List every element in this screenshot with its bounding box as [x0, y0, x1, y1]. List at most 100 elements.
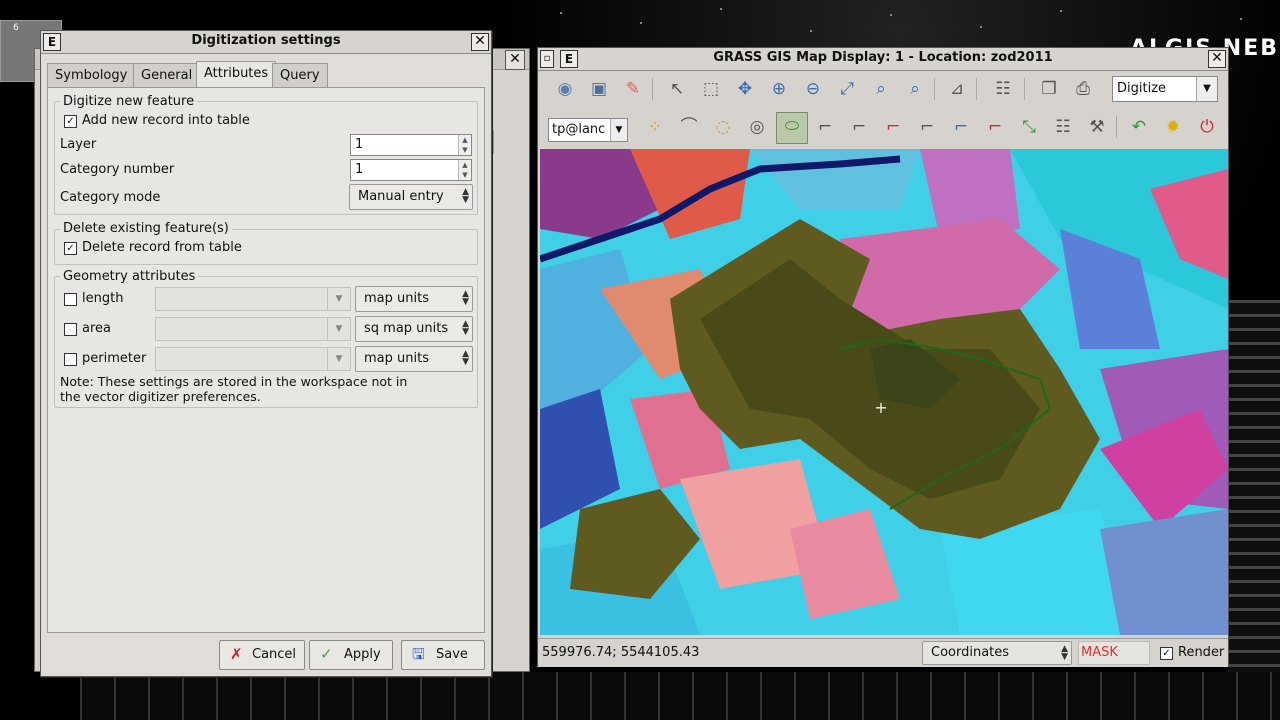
add-area-icon[interactable]: ⬭: [776, 112, 808, 144]
spinner-arrows-icon[interactable]: ▲ ▼: [458, 135, 471, 155]
mask-indicator: MASK: [1078, 641, 1150, 665]
area-label: area: [82, 321, 111, 336]
perimeter-column-dropdown[interactable]: ▼: [155, 347, 351, 371]
cancel-x-icon: ✗: [230, 645, 243, 663]
category-mode-combo[interactable]: Manual entry ▲ ▼: [349, 184, 473, 210]
map-display-close-icon[interactable]: ✕: [1208, 50, 1226, 68]
add-boundary-icon[interactable]: ◌: [710, 114, 736, 140]
desktop-icon-label: 6: [13, 23, 19, 33]
map-display-titlebar: ▫ E GRASS GIS Map Display: 1 - Location:…: [538, 48, 1228, 71]
map-canvas[interactable]: +: [540, 149, 1228, 635]
tab-attributes[interactable]: Attributes: [196, 61, 277, 89]
area-column-dropdown[interactable]: ▼: [155, 317, 351, 341]
tab-symbology[interactable]: Symbology: [47, 63, 136, 88]
updown-arrow-icon: ▲ ▼: [462, 187, 469, 205]
settings-note-line2: the vector digitizer preferences.: [60, 389, 261, 404]
perimeter-label: perimeter: [82, 351, 147, 366]
statusbar-mode-combo[interactable]: Coordinates ▲ ▼: [922, 641, 1072, 665]
floppy-disk-icon: 🖫: [412, 645, 425, 663]
area-checkbox[interactable]: [64, 323, 77, 336]
geometry-group-label: Geometry attributes: [60, 269, 199, 284]
settings-gear-icon[interactable]: ✹: [1160, 114, 1186, 140]
pan-icon[interactable]: ✥: [732, 76, 758, 102]
erase-display-icon[interactable]: ✎: [620, 76, 646, 102]
add-vertex-icon[interactable]: ⌐: [812, 114, 838, 140]
map-statusbar: 559976.74; 5544105.43 Coordinates ▲ ▼ MAS…: [538, 638, 1228, 667]
area-units-combo[interactable]: sq map units ▲ ▼: [355, 316, 473, 342]
satellite-image: [540, 149, 1228, 635]
desktop-stage-graphic: [1228, 300, 1280, 720]
tab-general[interactable]: General: [133, 63, 201, 88]
perimeter-checkbox[interactable]: [64, 353, 77, 366]
analyze-icon[interactable]: ⊿: [944, 76, 970, 102]
length-column-dropdown[interactable]: ▼: [155, 287, 351, 311]
length-label: length: [82, 291, 124, 306]
display-map-icon[interactable]: ◉: [552, 76, 578, 102]
add-line-icon[interactable]: ⌒: [676, 114, 702, 140]
edit-line-icon[interactable]: ⌐: [914, 114, 940, 140]
chevron-down-icon: ▼: [327, 318, 350, 340]
apply-button[interactable]: ✓ Apply: [309, 640, 393, 670]
length-units-combo[interactable]: map units ▲ ▼: [355, 286, 473, 312]
zoom-menu-icon[interactable]: ⌕: [902, 76, 928, 102]
desktop-truss-graphic: [80, 672, 1280, 720]
render-map-icon[interactable]: ▣: [586, 76, 612, 102]
additional-tools-icon[interactable]: ⚒: [1084, 114, 1110, 140]
updown-arrow-icon: ▲ ▼: [462, 319, 469, 337]
updown-arrow-icon: ▲ ▼: [462, 289, 469, 307]
query-icon[interactable]: ⬚: [698, 76, 724, 102]
delete-feature-icon[interactable]: ⌐: [982, 114, 1008, 140]
zoom-back-icon[interactable]: ⌕: [868, 76, 894, 102]
add-record-checkbox[interactable]: ✓: [64, 115, 77, 128]
add-centroid-icon[interactable]: ◎: [744, 114, 770, 140]
move-feature-icon[interactable]: ⌐: [948, 114, 974, 140]
move-vertex-icon[interactable]: ⌐: [846, 114, 872, 140]
map-display-window: ▫ E GRASS GIS Map Display: 1 - Location:…: [537, 47, 1229, 667]
settings-note-line1: Note: These settings are stored in the w…: [60, 374, 408, 389]
updown-arrow-icon: ▲ ▼: [462, 349, 469, 367]
display-categories-icon[interactable]: ☷: [1050, 114, 1076, 140]
quit-digitizer-icon[interactable]: ⏻: [1194, 114, 1220, 140]
print-icon[interactable]: ⎙: [1070, 76, 1096, 102]
new-feature-group-label: Digitize new feature: [60, 94, 198, 109]
delete-record-label: Delete record from table: [82, 240, 242, 255]
length-checkbox[interactable]: [64, 293, 77, 306]
layer-label: Layer: [60, 137, 97, 152]
zoom-out-icon[interactable]: ⊖: [800, 76, 826, 102]
dialog-title: Digitization settings: [191, 33, 341, 48]
zoom-extent-icon[interactable]: ⤢: [834, 76, 860, 102]
cancel-button[interactable]: ✗ Cancel: [219, 640, 305, 670]
crosshair-cursor-icon: +: [874, 398, 888, 417]
map-display-title: GRASS GIS Map Display: 1 - Location: zod…: [713, 50, 1053, 65]
layer-spinner[interactable]: 1 ▲ ▼: [350, 134, 472, 156]
delete-feature-group-label: Delete existing feature(s): [60, 221, 232, 236]
display-attributes-icon[interactable]: ⤡: [1016, 114, 1042, 140]
render-label: Render: [1178, 645, 1225, 660]
background-window-close-icon[interactable]: ✕: [505, 50, 525, 70]
perimeter-units-combo[interactable]: map units ▲ ▼: [355, 346, 473, 372]
add-record-label: Add new record into table: [82, 113, 250, 128]
remove-vertex-icon[interactable]: ⌐: [880, 114, 906, 140]
add-point-icon[interactable]: ⁘: [642, 114, 668, 140]
chevron-down-icon: ▼: [610, 119, 627, 141]
zoom-in-icon[interactable]: ⊕: [766, 76, 792, 102]
dialog-close-icon[interactable]: ✕: [471, 33, 489, 51]
undo-icon[interactable]: ↶: [1126, 114, 1152, 140]
tab-query-tool[interactable]: Query tool: [272, 63, 328, 107]
category-number-spinner[interactable]: 1 ▲ ▼: [350, 159, 472, 181]
delete-record-checkbox[interactable]: ✓: [64, 242, 77, 255]
save-display-icon[interactable]: ❐: [1036, 76, 1062, 102]
spinner-arrows-icon[interactable]: ▲ ▼: [458, 160, 471, 180]
add-overlay-icon[interactable]: ☷: [990, 76, 1016, 102]
category-number-label: Category number: [60, 162, 175, 177]
pointer-icon[interactable]: ↖: [664, 76, 690, 102]
updown-arrow-icon: ▲ ▼: [1061, 644, 1068, 662]
toolbar-mode-combo[interactable]: Digitize ▼: [1112, 76, 1218, 102]
category-mode-label: Category mode: [60, 190, 161, 205]
save-button[interactable]: 🖫 Save: [401, 640, 485, 670]
render-checkbox[interactable]: ✓: [1160, 647, 1173, 660]
coordinates-readout: 559976.74; 5544105.43: [542, 645, 700, 660]
digitizer-toolbar: ⁘ ⌒ ◌ ◎ ⬭ ⌐ ⌐ ⌐ ⌐ ⌐ ⌐ ⤡ ☷ ⚒ ↶ ✹ ⏻: [638, 110, 1218, 144]
chevron-down-icon: ▼: [1196, 77, 1217, 101]
vector-map-combo[interactable]: tp@lanc ▼: [548, 118, 628, 142]
